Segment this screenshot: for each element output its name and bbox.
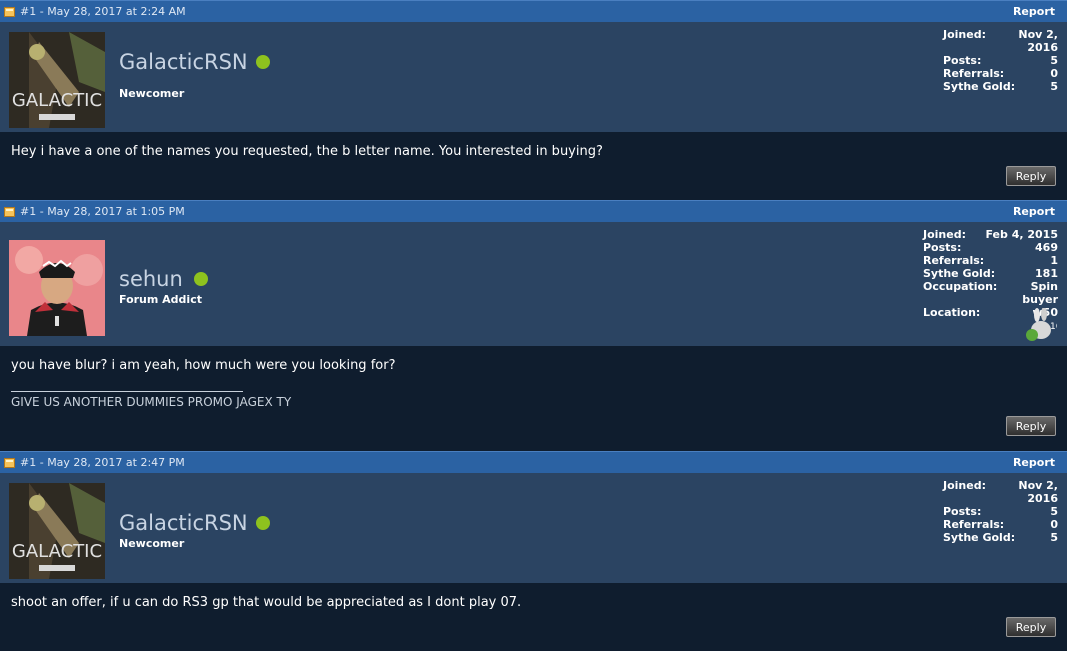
username[interactable]: GalacticRSN <box>119 50 248 74</box>
online-status-icon <box>194 272 208 286</box>
stat-occupation: Occupation: Spin buyer <box>923 280 1058 306</box>
report-link[interactable]: Report <box>1013 456 1055 469</box>
post-date-line: #1 - May 28, 2017 at 1:05 PM <box>20 205 185 218</box>
avatar[interactable]: GALACTIC <box>9 32 105 128</box>
post-body: shoot an offer, if u can do RS3 gp that … <box>0 583 1067 651</box>
post-message: Hey i have a one of the names you reques… <box>11 144 603 159</box>
badge-number: 16 <box>1050 322 1057 332</box>
user-stats: Joined: Nov 2, 2016 Posts: 5 Referrals: 0 S… <box>943 479 1058 544</box>
post-3: #1 - May 28, 2017 at 2:47 PM Report GALA… <box>0 451 1067 651</box>
post-number: #1 <box>20 5 37 18</box>
post-2: #1 - May 28, 2017 at 1:05 PM Report sehu… <box>0 200 1067 451</box>
stat-joined: Joined: Feb 4, 2015 <box>923 228 1058 241</box>
post-date: May 28, 2017 at 2:24 AM <box>47 5 186 18</box>
user-title: Newcomer <box>119 87 185 100</box>
post-date: May 28, 2017 at 2:47 PM <box>47 456 185 469</box>
stat-joined: Joined: Nov 2, 2016 <box>943 479 1058 505</box>
post-icon <box>4 457 15 468</box>
stat-referrals: Referrals: 0 <box>943 67 1058 80</box>
signature: GIVE US ANOTHER DUMMIES PROMO JAGEX TY <box>11 395 292 409</box>
stat-referrals: Referrals: 1 <box>923 254 1058 267</box>
post-header: #1 - May 28, 2017 at 2:47 PM Report <box>0 451 1067 473</box>
avatar-text: GALACTIC <box>12 541 102 562</box>
rabbit-badge-icon: 16 <box>1026 308 1057 341</box>
stat-joined: Joined: Nov 2, 2016 <box>943 28 1058 54</box>
post-number: #1 <box>20 456 37 469</box>
user-info-bar: GALACTIC GalacticRSN Newcomer Joined: Nov… <box>0 473 1067 583</box>
user-info-bar: sehun Forum Addict Joined: Feb 4, 2015 Po… <box>0 222 1067 346</box>
post-header: #1 - May 28, 2017 at 2:24 AM Report <box>0 0 1067 22</box>
stat-sythe-gold: Sythe Gold: 5 <box>943 80 1058 93</box>
post-message: you have blur? i am yeah, how much were … <box>11 358 396 373</box>
post-header: #1 - May 28, 2017 at 1:05 PM Report <box>0 200 1067 222</box>
reply-button[interactable]: Reply <box>1006 416 1056 436</box>
avatar[interactable] <box>9 240 105 336</box>
stat-referrals: Referrals: 0 <box>943 518 1058 531</box>
post-message: shoot an offer, if u can do RS3 gp that … <box>11 595 522 610</box>
post-icon <box>4 6 15 17</box>
username[interactable]: GalacticRSN <box>119 511 248 535</box>
username[interactable]: sehun <box>119 267 183 291</box>
post-date-line: #1 - May 28, 2017 at 2:24 AM <box>20 5 186 18</box>
report-link[interactable]: Report <box>1013 205 1055 218</box>
reply-button[interactable]: Reply <box>1006 617 1056 637</box>
post-icon <box>4 206 15 217</box>
reply-button[interactable]: Reply <box>1006 166 1056 186</box>
user-stats: Joined: Feb 4, 2015 Posts: 469 Referrals: 1… <box>923 228 1058 319</box>
post-date: May 28, 2017 at 1:05 PM <box>47 205 185 218</box>
report-link[interactable]: Report <box>1013 5 1055 18</box>
user-title: Forum Addict <box>119 293 202 306</box>
post-date-line: #1 - May 28, 2017 at 2:47 PM <box>20 456 185 469</box>
stat-posts: Posts: 5 <box>943 54 1058 67</box>
post-body: you have blur? i am yeah, how much were … <box>0 346 1067 451</box>
post-number: #1 <box>20 205 37 218</box>
post-body: Hey i have a one of the names you reques… <box>0 132 1067 199</box>
avatar-text: GALACTIC <box>12 90 102 111</box>
online-status-icon <box>256 55 270 69</box>
signature-divider <box>11 391 243 392</box>
stat-sythe-gold: Sythe Gold: 181 <box>923 267 1058 280</box>
stat-posts: Posts: 469 <box>923 241 1058 254</box>
stat-sythe-gold: Sythe Gold: 5 <box>943 531 1058 544</box>
online-status-icon <box>256 516 270 530</box>
avatar[interactable]: GALACTIC <box>9 483 105 579</box>
user-info-bar: GALACTIC GalacticRSN Newcomer Joined: Nov… <box>0 22 1067 132</box>
user-stats: Joined: Nov 2, 2016 Posts: 5 Referrals: 0 S… <box>943 28 1058 93</box>
post-1: #1 - May 28, 2017 at 2:24 AM Report GALA… <box>0 0 1067 200</box>
stat-posts: Posts: 5 <box>943 505 1058 518</box>
user-title: Newcomer <box>119 537 185 550</box>
